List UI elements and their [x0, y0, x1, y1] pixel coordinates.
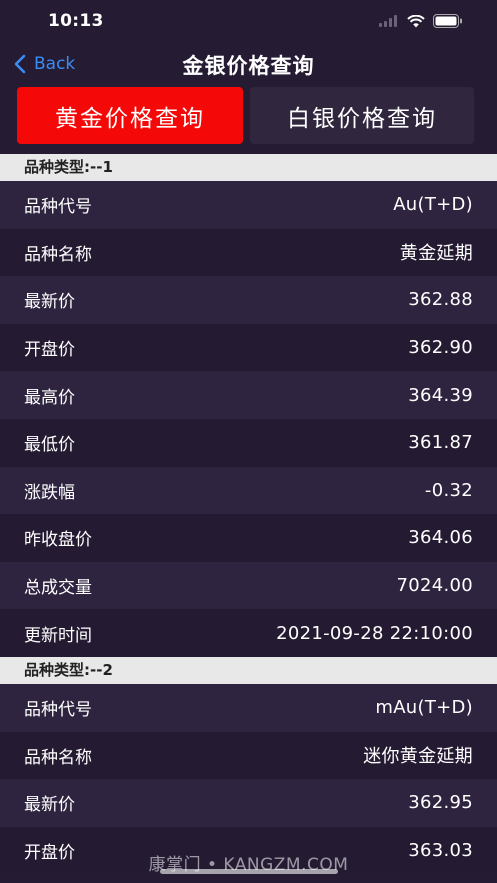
- row-label: 品种代号: [24, 197, 92, 218]
- row-label: 最高价: [24, 387, 75, 408]
- row-label: 最新价: [24, 292, 75, 313]
- list-item: 更新时间 2021-09-28 22:10:00: [0, 609, 497, 657]
- battery-icon: [433, 14, 462, 28]
- row-value: 黄金延期: [399, 243, 473, 265]
- row-label: 最新价: [24, 795, 75, 816]
- row-label: 品种代号: [24, 700, 92, 721]
- signal-icon: [379, 15, 397, 27]
- row-value: -0.32: [424, 479, 473, 501]
- row-label: 品种名称: [24, 747, 92, 768]
- row-value: 362.95: [408, 792, 473, 814]
- list-item: 最新价 362.88: [0, 276, 497, 324]
- row-value: 364.39: [408, 384, 473, 406]
- row-label: 开盘价: [24, 340, 75, 361]
- row-value: Au(T+D): [393, 194, 473, 216]
- status-bar: 10:13: [0, 0, 497, 44]
- row-value: 362.90: [408, 337, 473, 359]
- row-value: 2021-09-28 22:10:00: [276, 622, 473, 644]
- page-title: 金银价格查询: [182, 54, 315, 78]
- list-item: 总成交量 7024.00: [0, 561, 497, 610]
- row-label: 更新时间: [24, 625, 92, 646]
- wifi-icon: [407, 14, 425, 27]
- row-label: 最低价: [24, 435, 75, 456]
- row-value: 364.06: [408, 527, 473, 549]
- row-label: 总成交量: [24, 578, 92, 599]
- row-value: 362.88: [408, 289, 473, 311]
- row-label: 涨跌幅: [24, 482, 75, 503]
- section-header: 品种类型:--2: [0, 656, 497, 684]
- list-item: 开盘价 362.90: [0, 323, 497, 372]
- list-item: 品种代号 mAu(T+D): [0, 683, 497, 732]
- row-value: 361.87: [408, 432, 473, 454]
- home-indicator: [160, 869, 338, 874]
- row-label: 品种名称: [24, 244, 92, 265]
- row-value: 迷你黄金延期: [363, 746, 473, 768]
- status-time: 10:13: [48, 11, 104, 31]
- list-item: 涨跌幅 -0.32: [0, 466, 497, 515]
- price-list: 品种类型:--1 品种代号 Au(T+D) 品种名称 黄金延期 最新价 362.88 …: [0, 154, 497, 875]
- status-icons: [379, 14, 463, 28]
- section-header: 品种类型:--1: [0, 154, 497, 181]
- row-value: 7024.00: [396, 575, 473, 597]
- list-item: 品种名称 黄金延期: [0, 228, 497, 277]
- list-item: 最低价 361.87: [0, 418, 497, 467]
- list-item: 品种代号 Au(T+D): [0, 181, 497, 229]
- tab-gold-price[interactable]: 黄金价格查询: [17, 87, 243, 144]
- navigation-bar: Back 金银价格查询: [0, 44, 497, 88]
- row-value: mAu(T+D): [375, 697, 473, 719]
- row-label: 昨收盘价: [24, 530, 92, 551]
- list-item: 最高价 364.39: [0, 371, 497, 419]
- list-item: 最新价 362.95: [0, 779, 497, 827]
- list-item: 昨收盘价 364.06: [0, 514, 497, 562]
- list-item: 品种名称 迷你黄金延期: [0, 731, 497, 780]
- tab-silver-price[interactable]: 白银价格查询: [250, 87, 474, 144]
